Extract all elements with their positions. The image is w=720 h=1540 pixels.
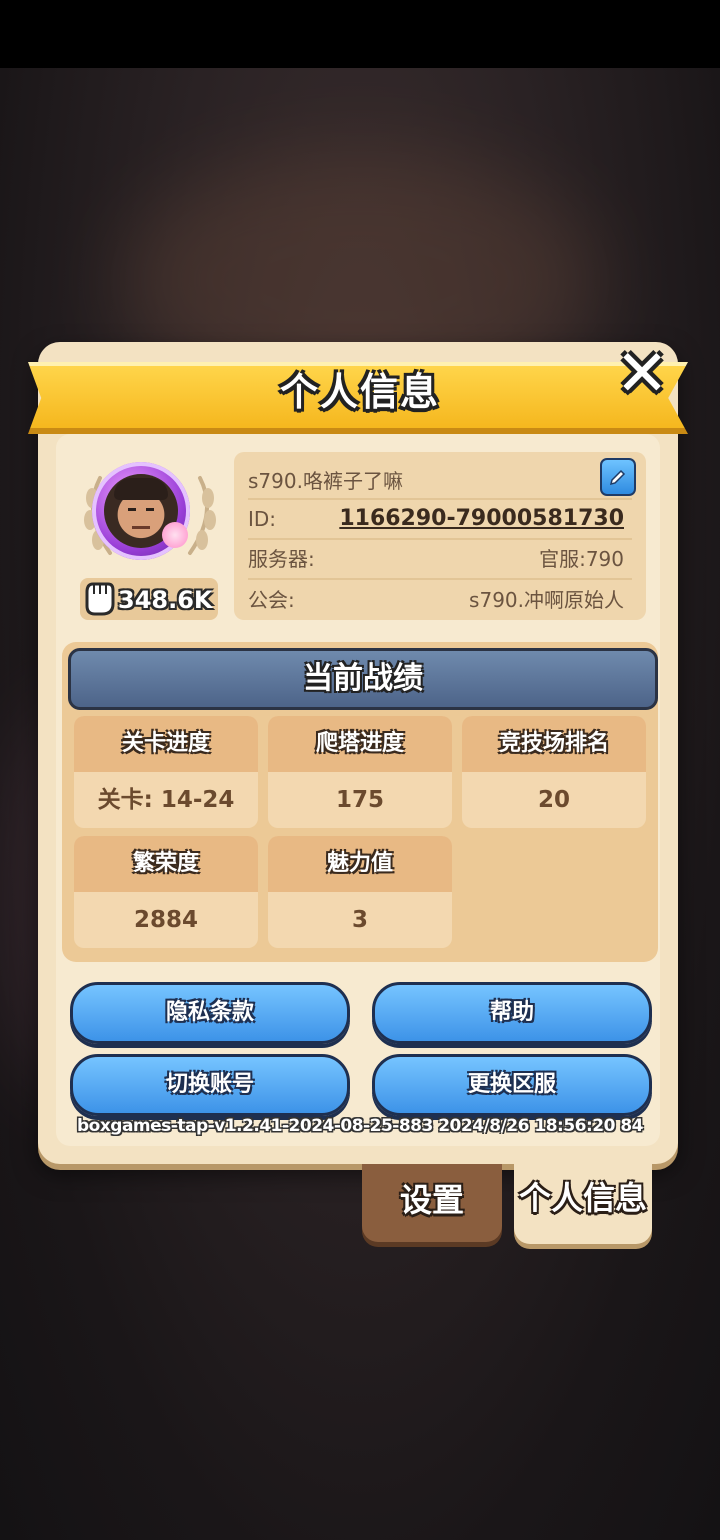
server-value: 官服:790 [539, 547, 624, 571]
help-button[interactable]: 帮助 [372, 982, 652, 1044]
page-title: 个人信息 [279, 370, 440, 414]
id-value[interactable]: 1166290-79000581730 [339, 500, 624, 538]
stat-value: 2884 [133, 907, 198, 933]
divider [248, 578, 632, 580]
power-value: 348.6K [118, 586, 213, 614]
stat-label: 爬塔进度 [268, 716, 452, 772]
status-bar [0, 0, 720, 68]
stat-label: 魅力值 [268, 836, 452, 892]
fist-icon [80, 576, 118, 620]
stat-label: 竞技场排名 [462, 716, 646, 772]
stat-stage-progress: 关卡进度 关卡: 14-24 [74, 716, 258, 828]
stat-charm: 魅力值 3 [268, 836, 452, 948]
stat-value: 关卡: 14-24 [97, 787, 235, 813]
tab-profile[interactable]: 个人信息 [514, 1162, 652, 1244]
pencil-icon [609, 469, 626, 486]
close-icon: ✕ [615, 337, 669, 411]
privacy-button[interactable]: 隐私条款 [70, 982, 350, 1044]
stat-value: 20 [537, 787, 570, 813]
close-button[interactable]: ✕ [610, 342, 674, 408]
stats-title: 当前战绩 [68, 648, 658, 710]
flower-icon [162, 522, 188, 548]
edit-name-button[interactable] [600, 458, 636, 496]
stat-label: 关卡进度 [74, 716, 258, 772]
stat-arena-rank: 竞技场排名 20 [462, 716, 646, 828]
id-label: ID: [248, 507, 277, 531]
switch-account-button[interactable]: 切换账号 [70, 1054, 350, 1116]
server-row: 服务器: 官服:790 [248, 540, 632, 578]
guild-value: s790.冲啊原始人 [469, 588, 624, 612]
player-name-row: s790.咯裤子了嘛 [248, 462, 632, 500]
tab-settings[interactable]: 设置 [362, 1164, 502, 1242]
version-text: boxgames-tap-v1.2.41-2024-08-25-883 2024… [76, 1116, 644, 1136]
stat-label: 繁荣度 [74, 836, 258, 892]
avatar[interactable] [80, 458, 220, 568]
id-row: ID: 1166290-79000581730 [248, 500, 632, 538]
stat-value: 175 [335, 787, 384, 813]
stat-prosperity: 繁荣度 2884 [74, 836, 258, 948]
stat-tower-progress: 爬塔进度 175 [268, 716, 452, 828]
stat-value: 3 [351, 907, 368, 933]
server-label: 服务器: [248, 547, 315, 571]
player-name: s790.咯裤子了嘛 [248, 469, 403, 493]
guild-label: 公会: [248, 588, 295, 612]
change-server-button[interactable]: 更换区服 [372, 1054, 652, 1116]
guild-row: 公会: s790.冲啊原始人 [248, 581, 632, 619]
